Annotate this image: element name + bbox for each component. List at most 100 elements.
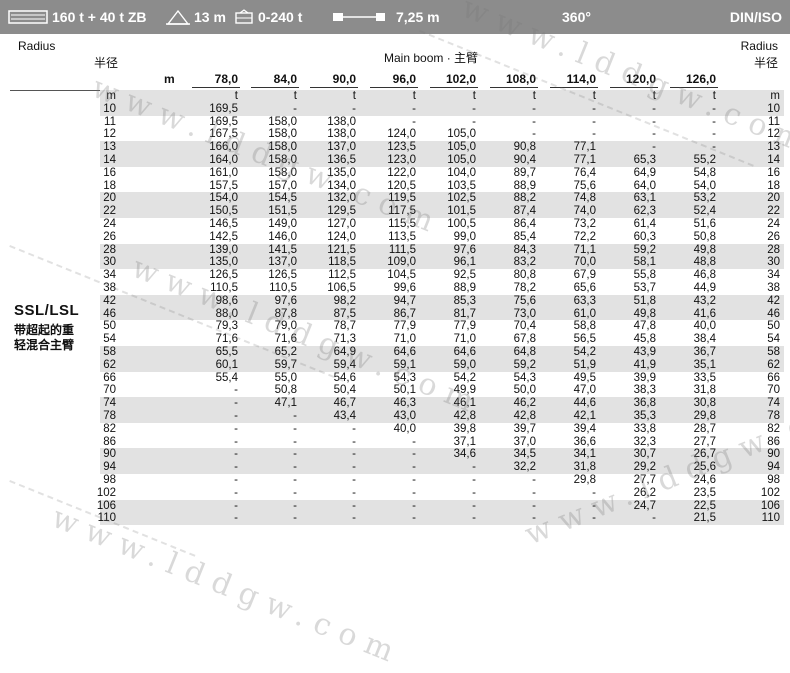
capacity-cell: 37,1 [453, 435, 476, 448]
capacity-cell: 87,5 [333, 307, 356, 320]
capacity-cell: - [592, 499, 596, 512]
radius-cell-right: 11 [768, 115, 780, 128]
radius-cell-left: 12 [103, 128, 116, 141]
capacity-cell: 59,0 [453, 358, 476, 371]
capacity-cell: 46,2 [513, 397, 536, 410]
capacity-cell: 77,9 [393, 320, 416, 333]
capacity-cell: 29,8 [573, 474, 596, 486]
capacity-cell: t [412, 90, 416, 102]
capacity-cell: 64,0 [633, 179, 656, 192]
table-row: 106 - - - - - - - 24,7 22,5 106 [10, 500, 784, 513]
capacity-cell: - [532, 128, 536, 141]
table-row: 78 - - 43,4 43,0 42,8 42,8 42,1 35,3 29,8 78 [10, 410, 784, 423]
capacity-cell: 98,2 [333, 294, 356, 307]
radius-cell-right: 10 [767, 102, 780, 115]
boom-config-cn-2: 轻混合主臂 [14, 338, 75, 352]
capacity-cell: 158,0 [268, 115, 297, 128]
capacity-cell: 129,5 [327, 205, 356, 218]
capacity-cell: 103,5 [447, 179, 476, 192]
capacity-cell: 65,6 [573, 282, 596, 294]
capacity-cell: t [532, 90, 536, 102]
capacity-cell: 67,8 [513, 333, 536, 346]
radius-cell-right: 30 [767, 256, 780, 269]
radius-cell-left: 38 [103, 282, 116, 294]
capacity-cell: - [592, 486, 596, 499]
capacity-cell: 76,4 [573, 166, 596, 179]
radius-cell-right: 18 [767, 179, 780, 192]
capacity-cell: 113,5 [388, 230, 416, 243]
capacity-cell: - [293, 461, 297, 474]
capacity-cell: 46,3 [393, 397, 416, 410]
capacity-cell: 90,4 [513, 154, 536, 166]
capacity-cell: - [532, 474, 536, 486]
radius-cell-right: 78 [767, 410, 780, 422]
capacity-cell: 141,5 [268, 243, 297, 256]
radius-cell-left: 90 [103, 448, 116, 461]
capacity-cell: - [234, 512, 238, 525]
capacity-cell: 31,8 [693, 384, 716, 397]
capacity-cell: - [472, 499, 476, 512]
slew-spec: 360° [558, 0, 591, 34]
capacity-cell: - [234, 410, 238, 422]
capacity-cell: - [412, 474, 416, 486]
capacity-cell: 64,9 [633, 166, 656, 179]
capacity-cell: 63,3 [573, 294, 596, 307]
capacity-cell: 50,8 [274, 384, 297, 397]
radius-cell-left: 42 [103, 294, 116, 307]
capacity-cell: t [352, 90, 356, 102]
capacity-cell: 154,5 [268, 192, 297, 205]
capacity-cell: 157,0 [268, 179, 297, 192]
capacity-cell: 51,9 [573, 358, 596, 371]
capacity-cell: 64,9 [333, 346, 356, 358]
capacity-cell: 55,2 [693, 154, 716, 166]
capacity-cell: 53,2 [693, 192, 716, 205]
capacity-cell: 73,0 [513, 307, 536, 320]
capacity-cell: 51,6 [693, 218, 716, 230]
capacity-cell: 27,7 [633, 474, 656, 486]
capacity-cell: - [352, 474, 356, 486]
capacity-cell: 121,5 [327, 243, 356, 256]
capacity-cell: 63,1 [633, 192, 656, 205]
track-width-icon [333, 13, 385, 21]
capacity-cell: 49,8 [633, 307, 656, 320]
capacity-cell: - [293, 102, 297, 115]
capacity-cell: 126,5 [209, 269, 238, 282]
radius-cell-right: 46 [767, 307, 780, 320]
capacity-cell: 149,0 [268, 218, 297, 230]
radius-cell-right: 42 [767, 294, 780, 307]
table-row: 22 150,5 151,5 129,5 117,5 101,5 87,4 74,0 62,3 5… [10, 205, 784, 218]
boom-length-underline [310, 87, 358, 88]
capacity-cell: 65,3 [633, 154, 656, 166]
capacity-cell: - [293, 435, 297, 448]
capacity-cell: 50,4 [333, 384, 356, 397]
radius-cell-left: 16 [103, 166, 116, 179]
capacity-cell: 46,1 [453, 397, 476, 410]
capacity-cell: 41,6 [693, 307, 716, 320]
radius-cell-left: 70 [103, 384, 116, 397]
capacity-cell: 36,6 [573, 435, 596, 448]
capacity-cell: 117,5 [388, 205, 416, 218]
boom-length-header: 120,0 [625, 72, 656, 86]
table-row: 11 169,5 158,0 138,0 - - - - - - 11 [10, 116, 784, 129]
boom-length-underline [670, 87, 718, 88]
radius-cell-right: 106 [760, 499, 780, 512]
radius-cell-right: 82 [767, 422, 780, 435]
capacity-cell: 88,0 [215, 307, 238, 320]
capacity-cell: 97,6 [274, 294, 297, 307]
capacity-cell: 43,2 [693, 294, 716, 307]
radius-cell-right: 22 [767, 205, 780, 218]
capacity-cell: 135,0 [209, 256, 238, 269]
capacity-cell: - [592, 102, 596, 115]
capacity-cell: 34,5 [513, 448, 536, 461]
radius-label-right: Radius [740, 39, 778, 53]
slew-value: 360° [562, 9, 591, 25]
capacity-cell: - [352, 499, 356, 512]
radius-cell-right: 66 [767, 371, 780, 384]
table-row: 30 135,0 137,0 118,5 109,0 96,1 83,2 70,0 58,1 48… [10, 256, 784, 269]
capacity-cell: 80,8 [513, 269, 536, 282]
table-row: 34 126,5 126,5 112,5 104,5 92,5 80,8 67,9 55,8 46… [10, 269, 784, 282]
table-row: 16 161,0 158,0 135,0 122,0 104,0 89,7 76,4 64,9 5… [10, 167, 784, 180]
capacity-cell: 71,1 [573, 243, 596, 256]
boom-length-header: 84,0 [273, 72, 297, 86]
counterweight-icon [8, 10, 48, 24]
